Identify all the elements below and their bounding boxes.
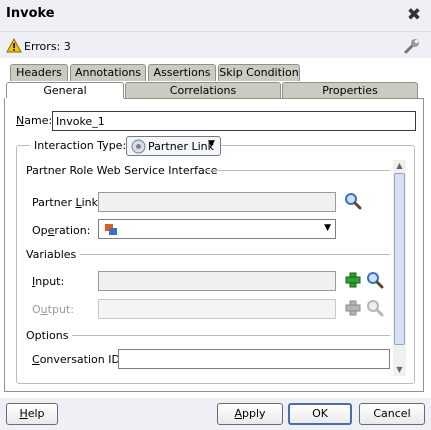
chevron-down-icon: ▼	[208, 139, 215, 149]
variables-section-title: Variables	[26, 248, 77, 261]
add-icon	[345, 300, 361, 316]
output-variable-field	[98, 299, 336, 319]
section-divider	[204, 170, 390, 171]
tab-headers[interactable]: Headers	[10, 64, 68, 81]
output-variable-input	[99, 300, 335, 318]
tab-divider	[124, 98, 424, 99]
scroll-down-icon[interactable]: ▼	[393, 364, 406, 376]
scroll-up-icon[interactable]: ▲	[393, 160, 406, 172]
partner-link-icon	[131, 139, 146, 154]
interaction-type-value: Partner Link	[148, 140, 214, 153]
close-icon[interactable]: ✖	[404, 5, 424, 25]
scrollbar-thumb[interactable]	[394, 173, 405, 345]
tab-annotations[interactable]: Annotations	[70, 64, 146, 81]
options-section-title: Options	[26, 329, 69, 342]
warning-icon	[6, 38, 22, 53]
input-variable-input[interactable]	[99, 272, 335, 290]
name-field[interactable]	[52, 111, 416, 131]
name-input[interactable]	[53, 112, 415, 130]
conversation-id-field[interactable]	[118, 349, 390, 369]
cancel-button[interactable]: Cancel	[359, 403, 425, 425]
title-bar	[0, 0, 431, 32]
interaction-type-dropdown[interactable]: Partner Link ▼	[126, 136, 221, 156]
partner-link-label: Partner Link:	[32, 196, 102, 209]
add-icon[interactable]	[344, 271, 362, 289]
dialog-title: Invoke	[6, 6, 55, 21]
section-divider	[72, 335, 390, 336]
partner-section-title: Partner Role Web Service Interface	[26, 164, 218, 177]
conversation-id-input[interactable]	[119, 350, 389, 368]
operation-select[interactable]: ▼	[98, 219, 336, 239]
tab-assertions[interactable]: Assertions	[148, 64, 216, 81]
operation-label: Operation:	[32, 224, 91, 237]
tab-skip-condition[interactable]: Skip Condition	[218, 64, 300, 81]
search-icon[interactable]	[344, 192, 362, 210]
help-button[interactable]: Help	[6, 403, 58, 425]
output-label: Output:	[32, 303, 74, 316]
wrench-icon[interactable]	[403, 37, 421, 55]
search-icon	[367, 300, 384, 317]
tab-general[interactable]: General	[6, 82, 124, 99]
chevron-down-icon: ▼	[324, 223, 331, 233]
ok-button[interactable]: OK	[288, 403, 352, 425]
partner-link-input[interactable]	[99, 193, 335, 211]
errors-count[interactable]: Errors: 3	[24, 40, 71, 53]
section-divider	[80, 254, 390, 255]
input-label: Input:	[32, 275, 65, 288]
name-label: Name:	[16, 114, 53, 127]
tab-properties[interactable]: Properties	[282, 82, 418, 99]
interaction-type-label: Interaction Type:	[30, 139, 131, 152]
tab-correlations[interactable]: Correlations	[125, 82, 281, 99]
conversation-id-label: Conversation ID:	[32, 353, 124, 366]
operation-icon	[105, 224, 117, 235]
search-icon[interactable]	[366, 271, 384, 289]
partner-link-field[interactable]	[98, 192, 336, 212]
apply-button[interactable]: Apply	[217, 403, 283, 425]
input-variable-field[interactable]	[98, 271, 336, 291]
